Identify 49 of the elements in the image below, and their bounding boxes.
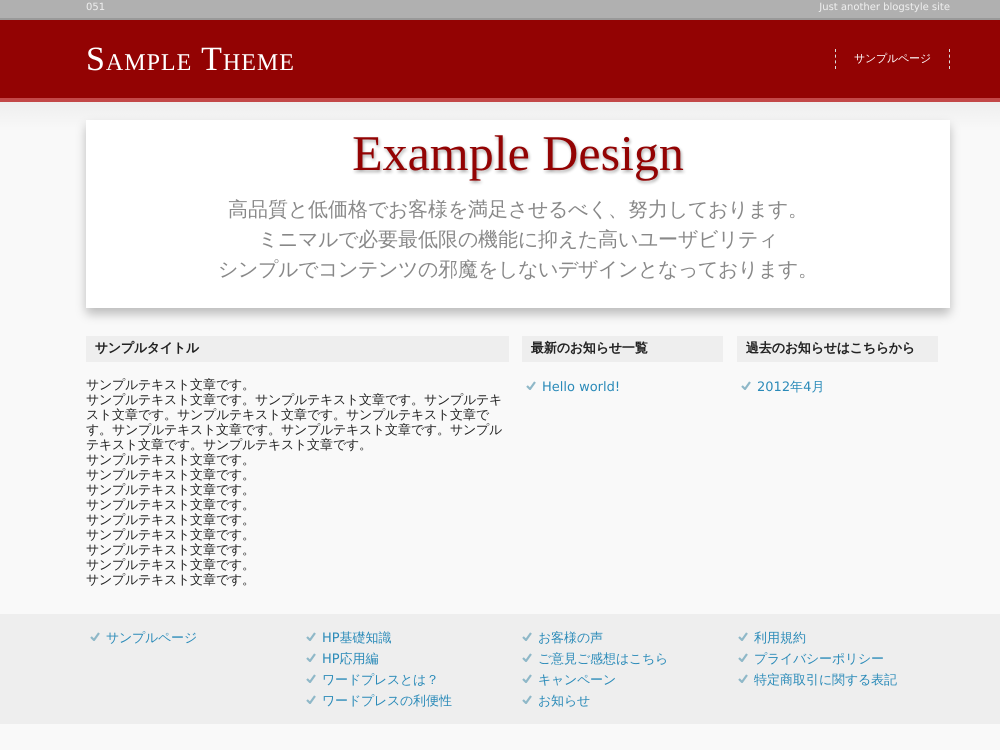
widget-link[interactable]: Hello world! (542, 380, 620, 394)
hero-text: 高品質と低価格でお客様を満足させるべく、努力しております。 (228, 196, 808, 223)
body-text: サンプルテキスト文章です。 (86, 468, 256, 482)
check-icon (741, 380, 751, 390)
footer-link[interactable]: 利用規約 (754, 630, 806, 646)
widget-heading: 過去のお知らせはこちらから (737, 336, 938, 362)
check-icon (738, 652, 748, 662)
nav-link[interactable]: サンプルページ (835, 48, 950, 70)
hero-text: シンプルでコンテンツの邪魔をしないデザインとなっております。 (218, 256, 818, 283)
check-icon (306, 674, 316, 682)
check-icon (90, 632, 100, 640)
body-text: サンプルテキスト文章です。 (86, 558, 256, 572)
check-icon (526, 380, 536, 390)
footer-link[interactable]: サンプルページ (106, 630, 197, 646)
footer-link[interactable]: お知らせ (538, 694, 590, 708)
check-icon (306, 694, 316, 704)
body-text: サンプルテキスト文章です。 (86, 498, 256, 512)
check-icon (522, 652, 532, 662)
body-text: サンプルテキスト文章です。 (86, 528, 256, 542)
footer-link[interactable]: ワードプレスとは？ (322, 672, 439, 688)
check-icon (522, 694, 532, 704)
body-text: サンプルテキスト文章です。 (86, 378, 256, 392)
footer-link[interactable]: 特定商取引に関する表記 (754, 672, 897, 688)
footer-link[interactable]: キャンペーン (538, 672, 616, 688)
body-text: サンプルテキスト文章です。 (86, 482, 256, 498)
site-title: Sample Theme (86, 40, 295, 80)
check-icon (522, 674, 532, 682)
check-icon (738, 674, 748, 682)
footer-link[interactable]: ご意見ご感想はこちら (538, 652, 668, 666)
page-number: 051 (86, 1, 106, 15)
body-text: サンプルテキスト文章です。 (86, 542, 256, 558)
hero-text: ミニマルで必要最低限の機能に抑えた高いユーザビリティ (258, 226, 778, 253)
widget-heading: 最新のお知らせ一覧 (522, 336, 723, 362)
footer-link[interactable]: お客様の声 (538, 630, 603, 646)
tagline: Just another blogstyle site (819, 1, 950, 15)
footer-link[interactable]: プライバシーポリシー (754, 652, 884, 666)
section-heading: サンプルタイトル (86, 336, 509, 362)
footer-link[interactable]: HP応用編 (322, 652, 379, 666)
check-icon (306, 652, 316, 662)
body-text: サンプルテキスト文章です。 (86, 512, 256, 528)
body-text: サンプルテキスト文章です。 (86, 452, 256, 468)
check-icon (306, 632, 316, 640)
footer-link[interactable]: HP基礎知識 (322, 630, 392, 646)
footer-link[interactable]: ワードプレスの利便性 (322, 694, 452, 708)
check-icon (522, 632, 532, 640)
body-text: サンプルテキスト文章です。サンプルテキスト文章です。サンプルテキスト文章です。サンプルテキスト文章です。サンプルテキスト文章です。サンプルテキスト文章です。サンプルテキスト文章です。サンプルテキスト文章です。サンプルテキスト文章です。 (86, 392, 503, 452)
widget-link[interactable]: 2012年4月 (757, 380, 824, 394)
body-text: サンプルテキスト文章です。 (86, 572, 256, 588)
check-icon (738, 632, 748, 640)
